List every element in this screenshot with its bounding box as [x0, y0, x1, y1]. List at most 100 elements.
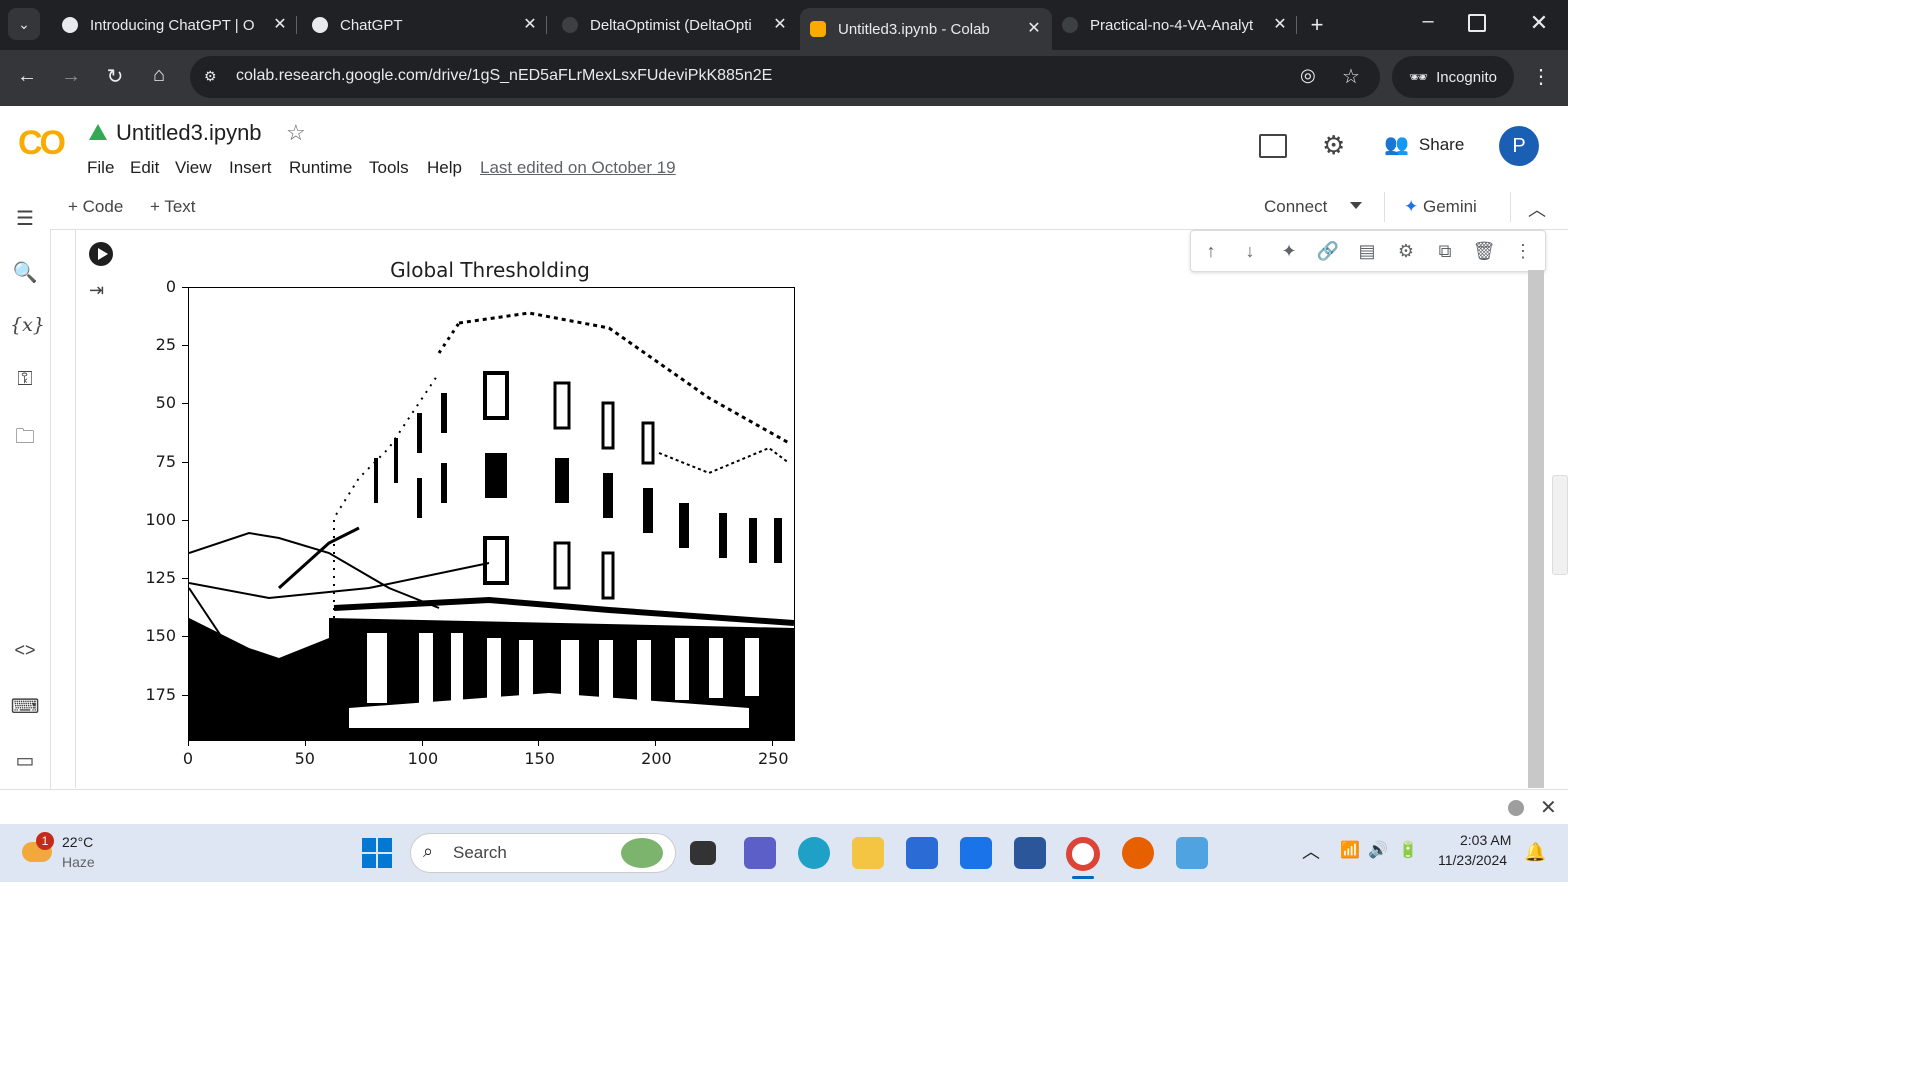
colab-logo[interactable]: CO [18, 124, 66, 163]
restore-button[interactable] [1468, 14, 1486, 32]
tab-practical-no-4[interactable]: Practical-no-4-VA-Analyt ✕ [1052, 8, 1298, 42]
word-icon[interactable] [1014, 837, 1046, 869]
y-tick-label: 50 [155, 393, 176, 413]
firefox-icon[interactable] [1122, 837, 1154, 869]
task-view-icon[interactable] [690, 841, 716, 865]
home-icon[interactable]: ⌂ [146, 64, 172, 87]
notebook-title[interactable]: Untitled3.ipynb [116, 120, 262, 146]
share-button[interactable]: 👥 Share [1384, 132, 1464, 157]
chrome-icon[interactable] [1066, 837, 1100, 871]
menu-insert[interactable]: Insert [229, 158, 272, 178]
tab-deltaoptimist[interactable]: DeltaOptimist (DeltaOpti ✕ [552, 8, 798, 42]
menu-runtime[interactable]: Runtime [289, 158, 352, 178]
tab-introducing-chatgpt[interactable]: Introducing ChatGPT | Op ✕ [52, 8, 298, 42]
mail-icon[interactable] [960, 837, 992, 869]
variables-icon[interactable]: {x} [10, 314, 45, 344]
taskbar-search[interactable]: ⌕ Search [410, 833, 676, 873]
close-window-button[interactable]: ✕ [1524, 10, 1554, 40]
close-icon[interactable]: ✕ [1270, 15, 1290, 35]
menu-file[interactable]: File [87, 158, 114, 178]
gemini-sparkle-icon[interactable]: ✦ [1277, 239, 1301, 263]
chevron-down-icon[interactable] [1350, 202, 1362, 209]
y-tick-mark [182, 519, 188, 521]
x-tick-mark [421, 740, 423, 746]
notification-badge: 1 [36, 832, 54, 850]
tab-chatgpt[interactable]: ChatGPT ✕ [302, 8, 548, 42]
move-up-icon[interactable]: ↑ [1199, 239, 1223, 263]
close-icon[interactable]: ✕ [1024, 19, 1044, 39]
close-icon[interactable]: ✕ [270, 15, 290, 35]
link-icon[interactable]: 🔗 [1316, 239, 1340, 263]
move-down-icon[interactable]: ↓ [1238, 239, 1262, 263]
minimize-button[interactable]: – [1412, 10, 1444, 40]
address-bar[interactable]: ⚙ colab.research.google.com/drive/1gS_nE… [190, 56, 1380, 98]
output-actions-icon[interactable]: ⇥ [89, 280, 104, 301]
windows-start-icon[interactable] [362, 838, 392, 868]
url-text[interactable]: colab.research.google.com/drive/1gS_nED5… [236, 67, 772, 85]
people-icon: 👥 [1384, 134, 1409, 156]
menu-view[interactable]: View [175, 158, 212, 178]
secrets-key-icon[interactable]: ⚿ [10, 368, 40, 398]
search-icon[interactable]: 🔍 [10, 260, 40, 290]
add-text-button[interactable]: + Text [150, 197, 196, 217]
close-icon[interactable]: ✕ [520, 15, 540, 35]
new-tab-button[interactable]: + [1304, 12, 1330, 38]
gemini-button[interactable]: ✦ Gemini [1404, 197, 1477, 217]
browser-menu-icon[interactable]: ⋮ [1528, 64, 1554, 89]
browser-tab-strip: ⌄ Introducing ChatGPT | Op ✕ ChatGPT ✕ D… [0, 0, 1568, 50]
avatar[interactable]: P [1499, 126, 1539, 166]
gemini-sparkle-icon: ✦ [1404, 197, 1419, 216]
x-tick-mark [538, 740, 540, 746]
clock-date[interactable]: 11/23/2024 [1438, 852, 1507, 868]
notification-bell-icon[interactable]: 🔔 [1524, 842, 1546, 863]
settings-gear-icon[interactable]: ⚙ [1394, 239, 1418, 263]
notepad-icon[interactable] [1176, 837, 1208, 869]
cell-action-toolbar: ↑ ↓ ✦ 🔗 ▤ ⚙ ⧉ 🗑 ⋮ [1190, 230, 1546, 272]
star-icon[interactable]: ☆ [286, 120, 306, 146]
close-icon[interactable]: ✕ [770, 15, 790, 35]
y-tick-mark [182, 461, 188, 463]
x-tick-label: 50 [294, 749, 315, 768]
add-code-button[interactable]: + Code [68, 197, 123, 217]
settings-gear-icon[interactable]: ⚙ [1322, 130, 1345, 161]
teams-icon[interactable] [744, 837, 776, 869]
file-explorer-icon[interactable] [852, 837, 884, 869]
back-icon[interactable]: ← [14, 65, 40, 88]
files-folder-icon[interactable]: 🗀 [10, 422, 40, 452]
menu-edit[interactable]: Edit [130, 158, 159, 178]
cell-scrollbar[interactable] [1528, 270, 1544, 788]
clock-time[interactable]: 2:03 AM [1460, 832, 1511, 848]
last-edited-link[interactable]: Last edited on October 19 [480, 158, 676, 178]
incognito-badge[interactable]: 🕶 Incognito [1392, 56, 1514, 98]
comment-icon[interactable] [1259, 134, 1287, 158]
site-info-icon[interactable]: ⚙ [204, 68, 222, 86]
delete-trash-icon[interactable]: 🗑 [1472, 239, 1496, 263]
command-palette-icon[interactable]: ⌨ [10, 694, 40, 724]
tab-untitled3-colab[interactable]: Untitled3.ipynb - Colab ✕ [800, 8, 1052, 50]
tab-search-button[interactable]: ⌄ [8, 8, 40, 40]
more-vert-icon[interactable]: ⋮ [1511, 239, 1535, 263]
connect-button[interactable]: Connect [1264, 197, 1327, 217]
forward-icon[interactable]: → [58, 65, 84, 88]
battery-icon[interactable]: 🔋 [1398, 840, 1418, 860]
volume-icon[interactable]: 🔊 [1368, 840, 1388, 860]
edge-icon[interactable] [798, 837, 830, 869]
collapse-chevron-up-icon[interactable]: ︿ [1528, 196, 1546, 222]
menu-tools[interactable]: Tools [369, 158, 409, 178]
weather-widget[interactable]: 1 22°C Haze [22, 832, 132, 876]
table-of-contents-icon[interactable]: ☰ [10, 206, 40, 236]
mirror-cell-icon[interactable]: ⧉ [1433, 239, 1457, 263]
close-icon[interactable]: ✕ [1540, 795, 1557, 820]
wifi-icon[interactable]: 📶 [1340, 840, 1360, 860]
comment-icon[interactable]: ▤ [1355, 239, 1379, 263]
store-icon[interactable] [906, 837, 938, 869]
code-snippets-icon[interactable]: <> [10, 640, 40, 670]
menu-help[interactable]: Help [427, 158, 462, 178]
terminal-icon[interactable]: ▭ [10, 748, 40, 778]
plot-figure: Global Thresholding 0 50 100 150 200 250… [110, 250, 830, 780]
system-tray-chevron-up-icon[interactable]: ︿ [1302, 838, 1320, 864]
reload-icon[interactable]: ↻ [102, 64, 128, 89]
eye-off-icon[interactable]: ◎ [1300, 65, 1316, 86]
page-scrollbar-thumb[interactable] [1552, 475, 1568, 575]
bookmark-star-icon[interactable]: ☆ [1342, 64, 1360, 89]
